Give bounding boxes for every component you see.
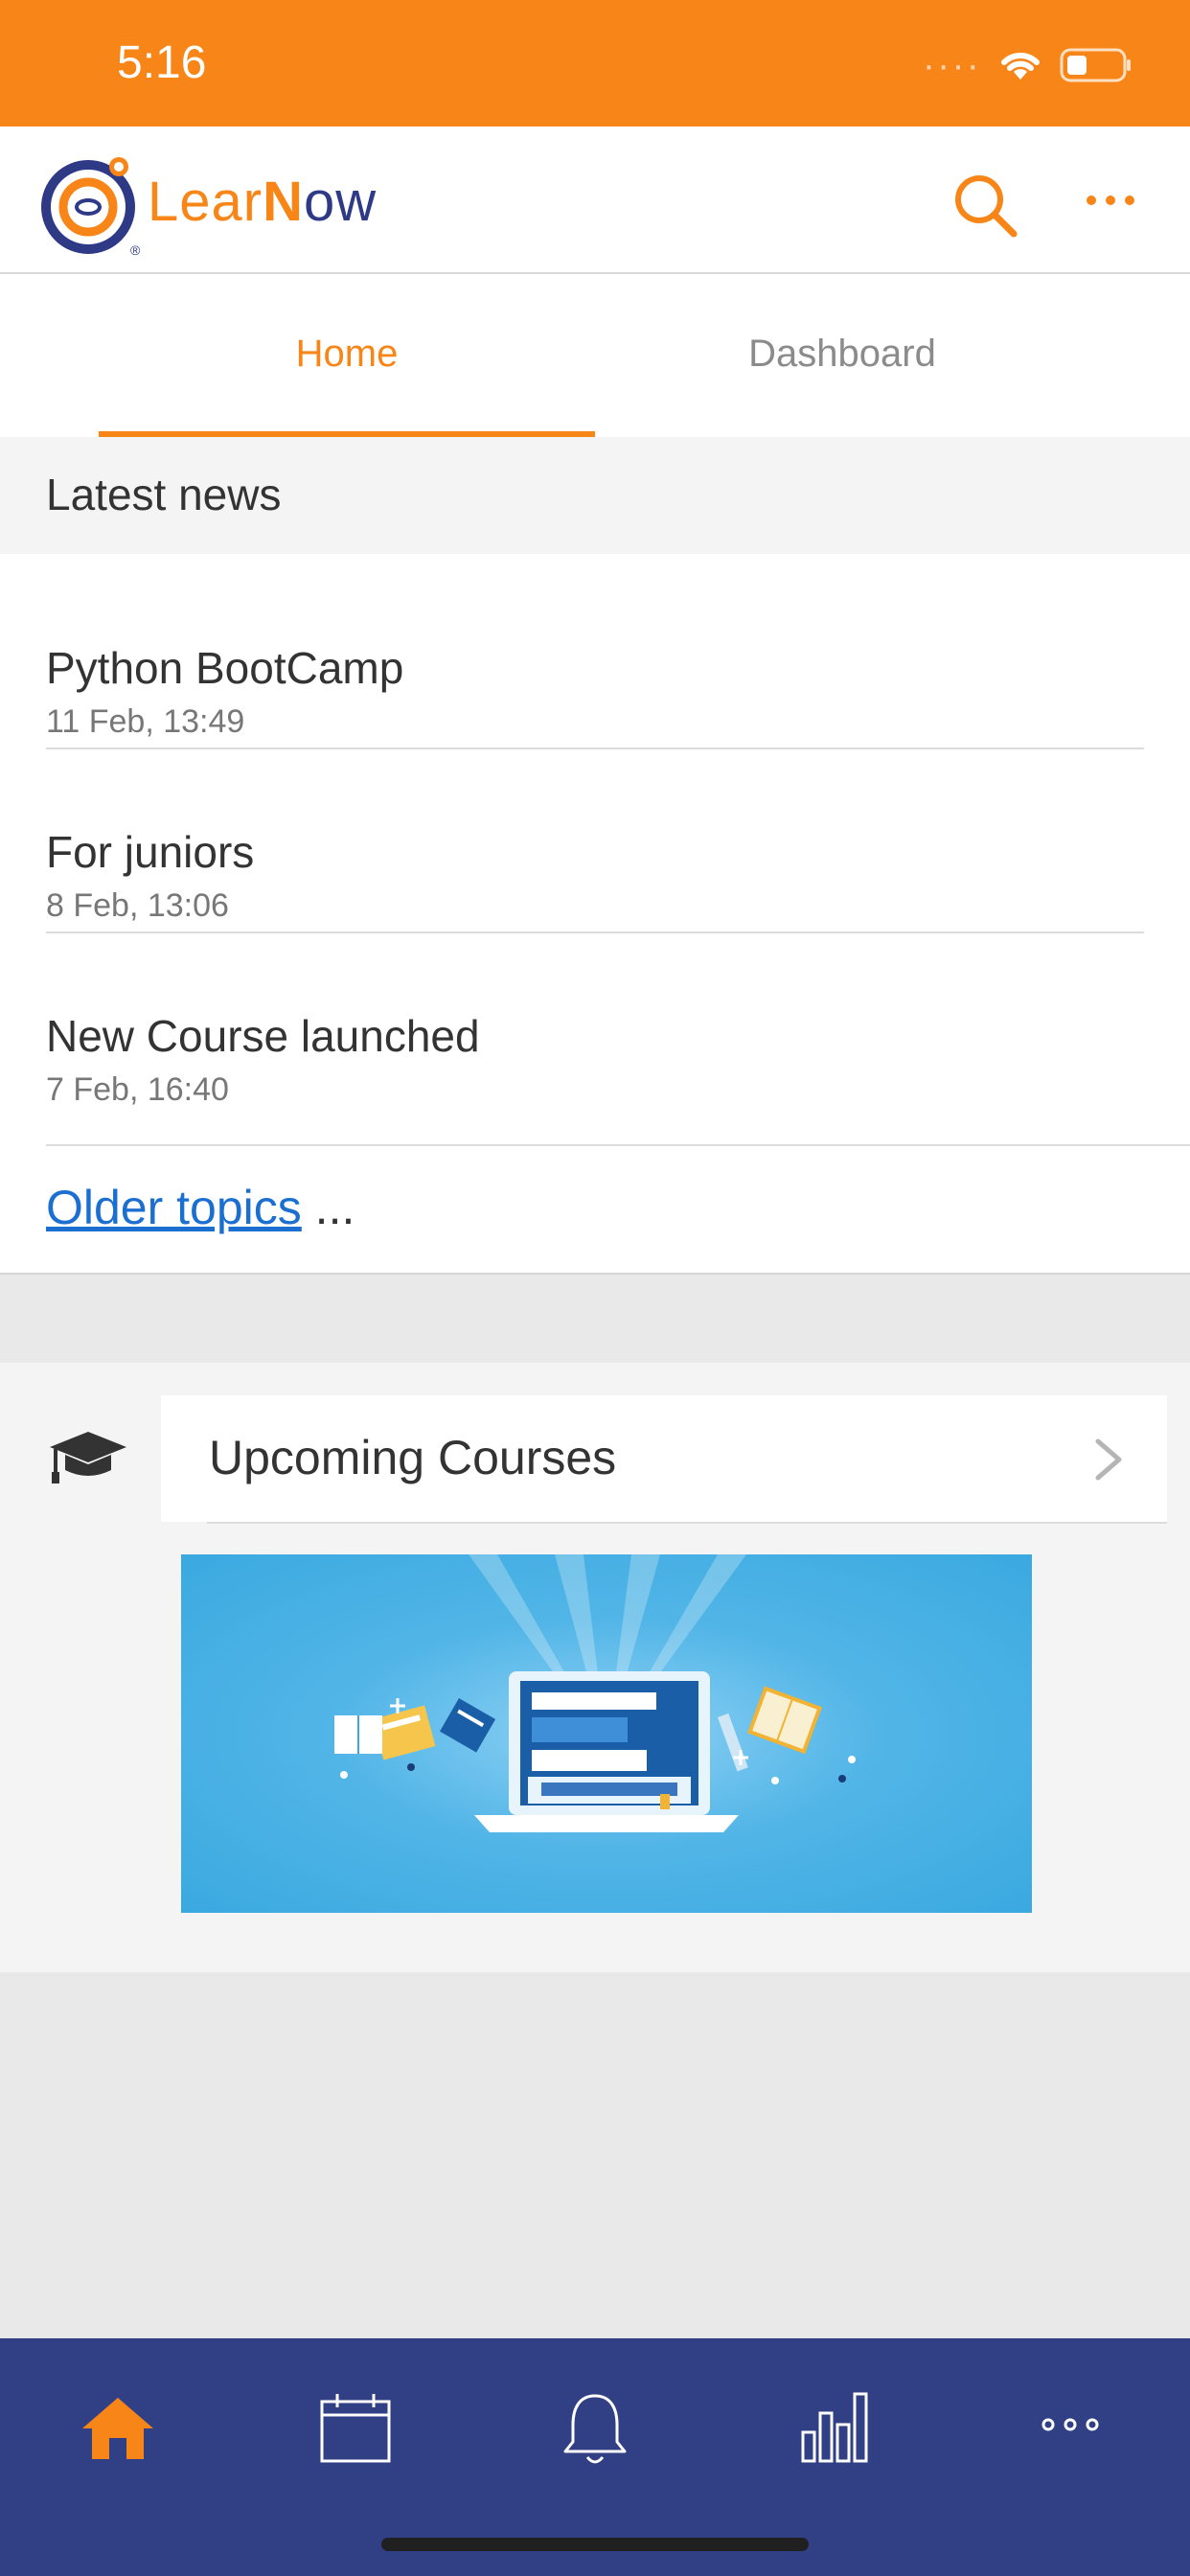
tab-bar: Home Dashboard	[0, 274, 1190, 437]
latest-news-header: Latest news	[0, 437, 1190, 554]
logo-icon: ®	[41, 157, 141, 257]
wifi-icon	[1001, 52, 1040, 80]
divider	[46, 1144, 1190, 1146]
news-title: Python BootCamp	[46, 643, 404, 693]
section-title: Latest news	[46, 470, 282, 519]
older-topics: Older topics ...	[46, 1180, 355, 1235]
more-icon[interactable]	[1027, 2384, 1113, 2471]
learnow-logo: ® LearNow	[38, 146, 377, 257]
news-title: For juniors	[46, 827, 255, 877]
search-icon[interactable]	[950, 171, 1019, 240]
news-title: New Course launched	[46, 1011, 480, 1061]
logo-text: LearNow	[148, 170, 378, 233]
course-banner-image[interactable]	[181, 1554, 1032, 1913]
more-options-button[interactable]	[1087, 196, 1134, 205]
signal-icon: ····	[922, 44, 981, 86]
laptop-books-illustration	[334, 1554, 856, 1832]
news-item[interactable]: New Course launched 7 Feb, 16:40	[46, 1010, 1144, 1116]
upcoming-courses-title: Upcoming Courses	[209, 1431, 617, 1484]
upcoming-courses-row[interactable]: Upcoming Courses	[161, 1395, 1167, 1522]
news-date: 7 Feb, 16:40	[46, 1071, 229, 1108]
news-list: Python BootCamp 11 Feb, 13:49 For junior…	[0, 554, 1190, 1273]
status-icons: ····	[923, 46, 1133, 84]
status-bar: 5:16 ····	[0, 0, 1190, 126]
news-date: 11 Feb, 13:49	[46, 703, 245, 740]
status-time: 5:16	[117, 37, 207, 88]
older-topics-ellipsis: ...	[301, 1181, 355, 1234]
dot	[1106, 196, 1115, 205]
news-item[interactable]: Python BootCamp 11 Feb, 13:49	[46, 642, 1144, 749]
bell-icon[interactable]	[552, 2384, 638, 2471]
divider	[207, 1522, 1167, 1524]
calendar-icon[interactable]	[312, 2384, 399, 2471]
app-header: ® LearNow	[0, 126, 1190, 274]
divider	[0, 1273, 1190, 1275]
tab-dashboard[interactable]: Dashboard	[594, 274, 1090, 437]
tab-home[interactable]: Home	[99, 274, 595, 437]
chart-icon[interactable]	[790, 2384, 876, 2471]
svg-text:®: ®	[130, 242, 141, 257]
older-topics-link[interactable]: Older topics	[46, 1181, 302, 1234]
courses-section: Upcoming Courses	[0, 1363, 1190, 1972]
chevron-right-icon	[1095, 1438, 1122, 1481]
home-indicator[interactable]	[381, 2538, 809, 2551]
battery-icon	[1060, 48, 1131, 82]
home-icon[interactable]	[75, 2384, 161, 2471]
news-item[interactable]: For juniors 8 Feb, 13:06	[46, 826, 1144, 933]
graduation-cap-icon	[50, 1432, 126, 1484]
news-date: 8 Feb, 13:06	[46, 887, 229, 924]
dot	[1087, 196, 1096, 205]
dot	[1125, 196, 1134, 205]
